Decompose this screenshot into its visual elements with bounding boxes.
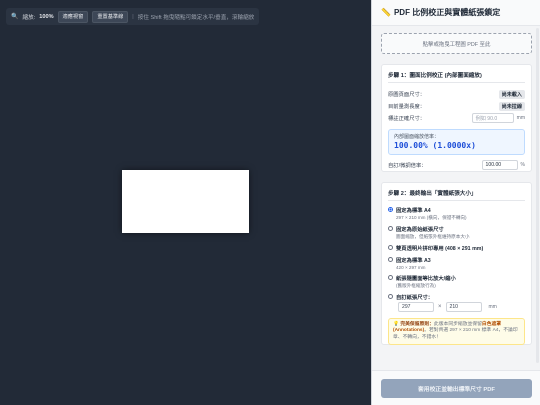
- orig-size-row: 原圖頁面尺寸： 尚未載入: [388, 88, 525, 100]
- panel-title: 📏 PDF 比例校正與實體紙張鎖定: [372, 0, 540, 26]
- ratio-label: 內部圖面縮放倍率：: [394, 134, 440, 140]
- option-proportional[interactable]: 紙張隨圖面等比放大/縮小 (舊版外框縮放行為): [388, 274, 525, 289]
- step1-title: 步驟 1：圖面比例校正 (內部圖面縮放): [388, 71, 525, 83]
- note-bold-1: 完美保留原則：: [400, 322, 434, 327]
- ratio-display: 內部圖面縮放倍率： 100.00% (1.0000x): [388, 129, 525, 155]
- custom-size-row: 297 × 210 mm: [398, 302, 525, 312]
- panel-scrollbar[interactable]: [536, 28, 539, 363]
- option-transparency[interactable]: 雙頁透明片拼印專用 (408 × 291 mm): [388, 244, 525, 252]
- custom-height-input[interactable]: 210: [445, 302, 482, 312]
- option-sub: 420 × 297 mm: [396, 265, 426, 270]
- canvas-toolbar: 🔍 縮放: 100% 適應視窗 重置基準線 | 按住 Shift 拖曳隨點可鎖定…: [6, 8, 260, 25]
- radio-a3[interactable]: [388, 257, 393, 262]
- option-title: 固定為標準 A3: [396, 258, 431, 264]
- radio-transparency[interactable]: [388, 245, 393, 250]
- orig-size-badge: 尚未載入: [498, 89, 525, 99]
- measured-badge: 尚未拉線: [498, 101, 525, 111]
- radio-a4[interactable]: [388, 207, 393, 212]
- radio-custom[interactable]: [388, 294, 393, 299]
- custom-ratio-input[interactable]: 100.00: [481, 160, 518, 170]
- fit-window-button[interactable]: 適應視窗: [57, 10, 89, 23]
- target-row: 標註正確尺寸： 例如 90.0 mm: [388, 112, 525, 124]
- panel-footer: 套用校正並輸出標準尺寸 PDF: [372, 370, 540, 405]
- drop-zone-text: 點擊或拖曳工程圖 PDF 至此: [422, 41, 491, 48]
- settings-panel: 📏 PDF 比例校正與實體紙張鎖定 點擊或拖曳工程圖 PDF 至此 步驟 1：圖…: [371, 0, 540, 405]
- option-title: 自訂紙張尺寸：: [396, 295, 434, 301]
- orig-size-label: 原圖頁面尺寸：: [388, 92, 426, 98]
- step2-card: 步驟 2：最終輸出「實體紙張大小」 固定為標準 A4 297 × 210 mm …: [381, 182, 532, 346]
- toolbar-hint: 按住 Shift 拖曳隨點可鎖定水平/垂直，滾輪縮放: [137, 14, 255, 21]
- target-unit: mm: [516, 115, 525, 121]
- option-sub: 圖面縮放，但紙張外框維持原本大小: [396, 234, 470, 239]
- custom-unit: mm: [488, 304, 497, 310]
- option-a3[interactable]: 固定為標準 A3 420 × 297 mm: [388, 256, 525, 270]
- target-length-input[interactable]: 例如 90.0: [471, 113, 514, 123]
- option-sub: 297 × 210 mm (橫向，保證不轉向): [396, 215, 467, 220]
- times-sign: ×: [438, 304, 442, 310]
- target-label: 標註正確尺寸：: [388, 116, 426, 122]
- note-text-1: 此版本同步縮放並保留: [433, 322, 482, 327]
- measured-label: 目前量測長度：: [388, 104, 426, 110]
- radio-proportional[interactable]: [388, 275, 393, 280]
- toolbar-separator: |: [132, 13, 134, 20]
- step2-title: 步驟 2：最終輸出「實體紙張大小」: [388, 189, 525, 201]
- lightbulb-icon: 💡: [393, 322, 399, 327]
- option-a4[interactable]: 固定為標準 A4 297 × 210 mm (橫向，保證不轉向): [388, 206, 525, 221]
- pdf-canvas-area[interactable]: 🔍 縮放: 100% 適應視窗 重置基準線 | 按住 Shift 拖曳隨點可鎖定…: [0, 0, 371, 405]
- ratio-value: 100.00% (1.0000x): [394, 141, 476, 150]
- pdf-drop-zone[interactable]: 點擊或拖曳工程圖 PDF 至此: [381, 33, 532, 54]
- search-icon: 🔍: [11, 14, 19, 20]
- option-sub: (舊版外框縮放行為): [396, 283, 436, 288]
- measured-row: 目前量測長度： 尚未拉線: [388, 100, 525, 112]
- ruler-icon: 📏: [381, 8, 391, 17]
- option-original[interactable]: 固定為原始紙張尺寸 圖面縮放，但紙張外框維持原本大小: [388, 225, 525, 240]
- custom-width-input[interactable]: 297: [398, 302, 434, 312]
- option-title: 固定為標準 A4: [396, 208, 431, 214]
- custom-ratio-unit: %: [520, 162, 525, 168]
- option-title: 固定為原始紙張尺寸: [396, 227, 444, 233]
- custom-ratio-row: 自訂/微調倍率： 100.00 %: [388, 159, 525, 171]
- preservation-note: 💡 完美保留原則：此版本同步縮放並保留白色遮罩 (Annotations)。若對…: [388, 318, 525, 346]
- pdf-page-preview[interactable]: [122, 170, 249, 233]
- zoom-value: 100%: [39, 13, 54, 20]
- zoom-label: 縮放:: [22, 14, 36, 21]
- custom-ratio-label: 自訂/微調倍率：: [388, 163, 427, 169]
- apply-export-button[interactable]: 套用校正並輸出標準尺寸 PDF: [381, 379, 532, 398]
- panel-title-text: PDF 比例校正與實體紙張鎖定: [393, 8, 501, 17]
- option-title: 紙張隨圖面等比放大/縮小: [396, 276, 456, 282]
- reset-baseline-button[interactable]: 重置基準線: [92, 10, 129, 23]
- option-title: 雙頁透明片拼印專用 (408 × 291 mm): [396, 246, 484, 252]
- option-custom[interactable]: 自訂紙張尺寸：: [388, 293, 525, 301]
- step1-card: 步驟 1：圖面比例校正 (內部圖面縮放) 原圖頁面尺寸： 尚未載入 目前量測長度…: [381, 64, 532, 172]
- radio-original[interactable]: [388, 226, 393, 231]
